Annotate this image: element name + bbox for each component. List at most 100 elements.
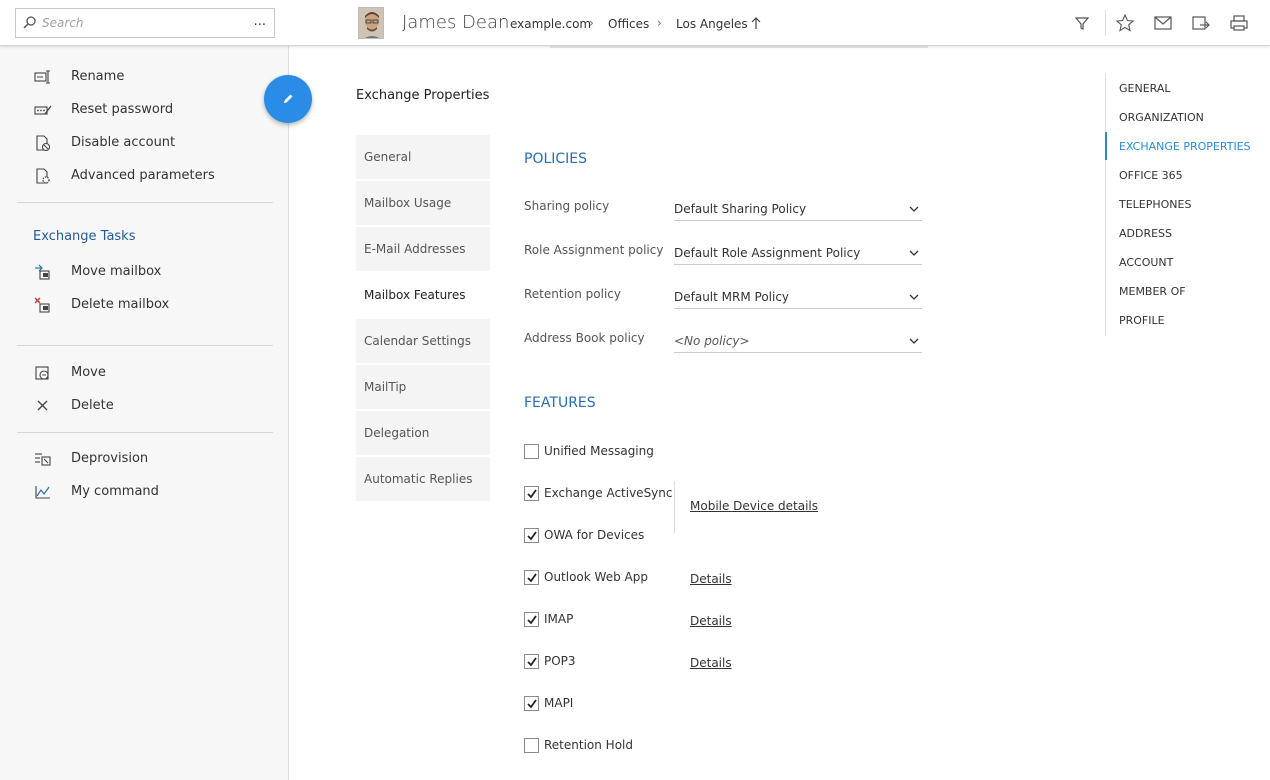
subnav-item-delegation[interactable]: Delegation <box>356 411 490 455</box>
checkbox-checked[interactable] <box>524 486 539 501</box>
section-nav: GENERAL ORGANIZATION EXCHANGE PROPERTIES… <box>1105 74 1265 336</box>
reset-password-label: Reset password <box>71 102 174 117</box>
deprovision-icon <box>35 453 51 466</box>
filter-icon[interactable] <box>1072 13 1092 33</box>
sharing-policy-value: Default Sharing Policy <box>674 202 807 216</box>
imap-details-link[interactable]: Details <box>690 614 732 628</box>
checkbox-checked[interactable] <box>524 654 539 669</box>
advanced-parameters-label: Advanced parameters <box>71 168 215 183</box>
role-assignment-policy-select[interactable]: Default Role Assignment Policy <box>674 243 922 265</box>
search-icon <box>23 16 36 29</box>
subnav-item-mailtip[interactable]: MailTip <box>356 365 490 409</box>
deprovision-label: Deprovision <box>71 451 149 466</box>
avatar <box>358 7 384 39</box>
delete-mailbox-action[interactable]: Delete mailbox <box>0 291 289 319</box>
my-command-action[interactable]: My command <box>0 478 289 506</box>
print-icon[interactable] <box>1229 13 1249 33</box>
page-title: Exchange Properties <box>356 88 490 103</box>
sharing-policy-label: Sharing policy <box>524 199 610 213</box>
checkbox-checked[interactable] <box>524 612 539 627</box>
pop3-details-link[interactable]: Details <box>690 656 732 670</box>
checkbox-unchecked[interactable] <box>524 444 539 459</box>
move-mailbox-icon <box>35 264 50 280</box>
chevron-down-icon <box>909 338 919 344</box>
user-name: James Dean <box>402 12 510 33</box>
toolbar-divider <box>1105 10 1106 36</box>
checkbox-checked[interactable] <box>524 528 539 543</box>
disable-account-action[interactable]: Disable account <box>0 129 289 157</box>
advanced-parameters-icon <box>36 168 50 184</box>
subnav-item-calendar-settings[interactable]: Calendar Settings <box>356 319 490 363</box>
section-nav-office-365[interactable]: OFFICE 365 <box>1119 169 1183 182</box>
subnav-item-mailbox-features[interactable]: Mailbox Features <box>356 273 490 317</box>
section-nav-member-of[interactable]: MEMBER OF <box>1119 285 1186 298</box>
rename-action[interactable]: Rename <box>0 63 289 91</box>
checkmark-icon <box>527 615 537 625</box>
pencil-icon <box>284 94 293 103</box>
search-input[interactable] <box>42 13 242 33</box>
move-mailbox-action[interactable]: Move mailbox <box>0 258 289 286</box>
search-box[interactable]: ... <box>15 8 275 38</box>
edit-button[interactable] <box>264 75 312 123</box>
breadcrumb-item[interactable]: Offices <box>608 17 649 31</box>
chevron-down-icon <box>909 294 919 300</box>
navigate-up-icon[interactable] <box>750 15 762 31</box>
subnav-item-mailbox-usage[interactable]: Mailbox Usage <box>356 181 490 225</box>
section-nav-account[interactable]: ACCOUNT <box>1119 256 1173 269</box>
delete-action[interactable]: Delete <box>0 392 289 420</box>
section-nav-general[interactable]: GENERAL <box>1119 82 1171 95</box>
top-bar: ... James Dean example.com › Offices › L… <box>0 0 1270 46</box>
user-photo <box>359 8 383 38</box>
feature-label: Retention Hold <box>544 738 633 752</box>
breadcrumb-item[interactable]: Los Angeles <box>676 17 748 31</box>
chevron-down-icon <box>909 250 919 256</box>
delete-icon <box>37 400 48 411</box>
feature-label: IMAP <box>544 612 574 626</box>
role-assignment-policy-label: Role Assignment policy <box>524 243 664 257</box>
feature-label: POP3 <box>544 654 576 668</box>
subnav-item-automatic-replies[interactable]: Automatic Replies <box>356 457 490 501</box>
group-divider <box>674 481 675 533</box>
mail-icon[interactable] <box>1153 13 1173 33</box>
owa-details-link[interactable]: Details <box>690 572 732 586</box>
retention-policy-select[interactable]: Default MRM Policy <box>674 287 922 309</box>
move-action[interactable]: Move <box>0 359 289 387</box>
chevron-right-icon: › <box>589 16 594 30</box>
subnav-item-general[interactable]: General <box>356 135 490 179</box>
reset-password-action[interactable]: Reset password <box>0 96 289 124</box>
checkbox-checked[interactable] <box>524 696 539 711</box>
search-more-button[interactable]: ... <box>254 14 266 29</box>
feature-label: Unified Messaging <box>544 444 654 458</box>
rename-label: Rename <box>71 69 125 84</box>
section-nav-profile[interactable]: PROFILE <box>1119 314 1165 327</box>
disable-account-label: Disable account <box>71 135 176 150</box>
advanced-parameters-action[interactable]: Advanced parameters <box>0 162 289 190</box>
breadcrumb-item[interactable]: example.com <box>510 17 591 31</box>
sharing-policy-select[interactable]: Default Sharing Policy <box>674 199 922 221</box>
features-title: FEATURES <box>524 395 596 411</box>
disable-account-icon <box>36 135 51 151</box>
address-book-policy-select[interactable]: <No policy> <box>674 331 922 353</box>
star-icon[interactable] <box>1115 13 1135 33</box>
feature-label: MAPI <box>544 696 574 710</box>
checkmark-icon <box>527 573 537 583</box>
section-nav-telephones[interactable]: TELEPHONES <box>1119 198 1191 211</box>
divider <box>17 202 273 203</box>
section-nav-exchange-properties[interactable]: EXCHANGE PROPERTIES <box>1119 140 1251 153</box>
feature-label: Outlook Web App <box>544 570 648 584</box>
my-command-icon <box>35 486 50 499</box>
deprovision-action[interactable]: Deprovision <box>0 445 289 473</box>
subnav-item-email-addresses[interactable]: E-Mail Addresses <box>356 227 490 271</box>
checkbox-checked[interactable] <box>524 570 539 585</box>
reset-password-icon <box>34 105 52 115</box>
section-nav-organization[interactable]: ORGANIZATION <box>1119 111 1204 124</box>
retention-policy-label: Retention policy <box>524 287 622 301</box>
checkmark-icon <box>527 699 537 709</box>
mobile-device-details-link[interactable]: Mobile Device details <box>690 499 818 513</box>
section-nav-address[interactable]: ADDRESS <box>1119 227 1172 240</box>
export-icon[interactable] <box>1191 13 1211 33</box>
address-book-policy-value: <No policy> <box>674 334 750 348</box>
checkmark-icon <box>527 489 537 499</box>
delete-mailbox-label: Delete mailbox <box>71 297 170 312</box>
checkbox-unchecked[interactable] <box>524 738 539 753</box>
